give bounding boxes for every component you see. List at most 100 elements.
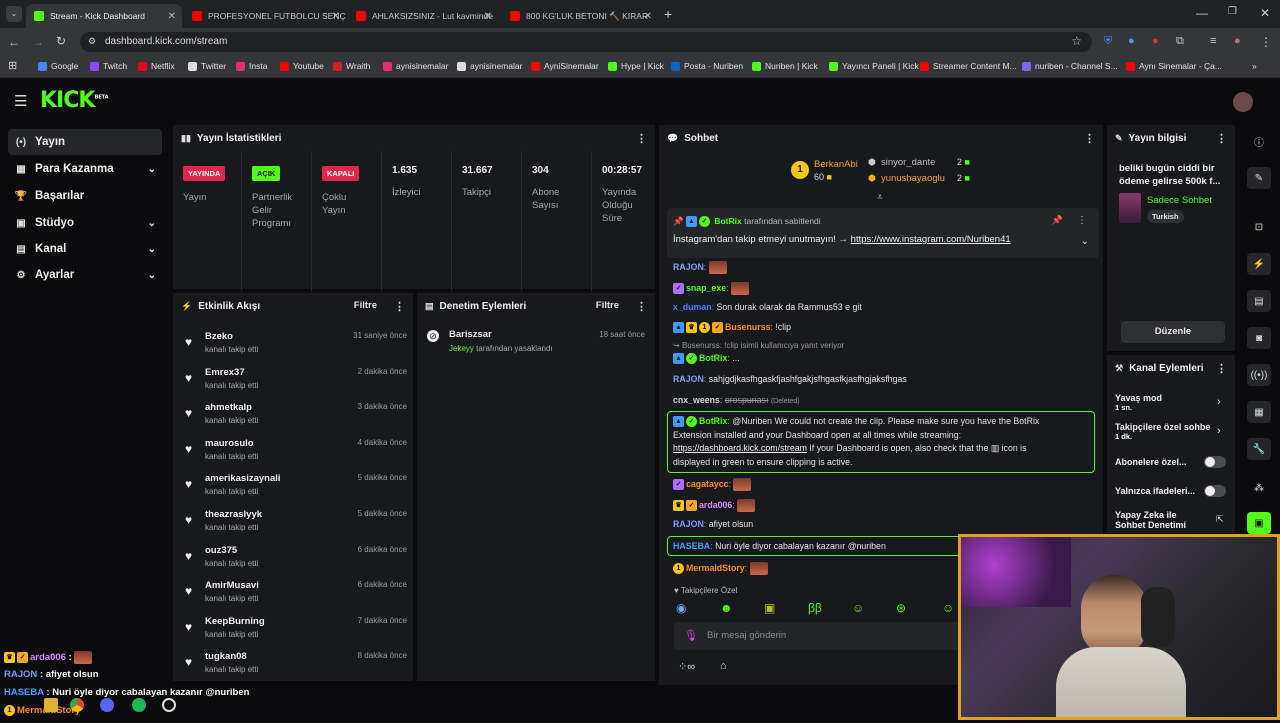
unpin-icon[interactable]: 📌 bbox=[1052, 215, 1063, 226]
activity-item[interactable]: ♥ Bzeko kanalı takip etti 31 saniye önce bbox=[181, 329, 407, 363]
sidebar-item-basarilar[interactable]: 🏆 Başarılar bbox=[8, 183, 162, 209]
activity-item[interactable]: ♥ ahmetkalp kanalı takip etti 3 dakika önce bbox=[181, 400, 407, 434]
bookmark-item[interactable]: Wraith bbox=[333, 61, 370, 71]
profile-icon[interactable]: ● bbox=[1234, 35, 1241, 47]
pinned-link[interactable]: https://www.instagram.com/Nuriben41 bbox=[851, 234, 1011, 245]
close-icon[interactable]: ✕ bbox=[332, 11, 340, 22]
external-link-icon[interactable]: ⇱ bbox=[1216, 514, 1224, 525]
bookmark-item[interactable]: Nuriben | Kick bbox=[752, 61, 818, 71]
category-thumbnail[interactable] bbox=[1119, 193, 1141, 223]
bookmark-item[interactable]: AyniSinemalar bbox=[531, 61, 599, 71]
menu-icon[interactable]: ⋮ bbox=[1260, 35, 1272, 49]
bookmark-item[interactable]: Yayıncı Paneli | Kick bbox=[829, 61, 919, 71]
chat-username[interactable]: snap_exe bbox=[686, 283, 726, 293]
chat-username[interactable]: RAJON bbox=[673, 374, 704, 384]
forward-icon[interactable]: → bbox=[32, 35, 44, 49]
top-gifter-name[interactable]: yunushayaoglu bbox=[881, 173, 945, 184]
followers-only-option[interactable]: Takipçilere özel sohbe 1 dk. bbox=[1115, 422, 1210, 441]
more-options-icon[interactable]: ⋮ bbox=[636, 300, 647, 313]
info-icon[interactable]: ⓘ bbox=[1247, 130, 1271, 152]
chat-username[interactable]: RAJON bbox=[673, 519, 704, 529]
bookmark-item[interactable]: aynisinemalar bbox=[457, 61, 522, 71]
filter-button[interactable]: Filtre bbox=[596, 300, 619, 311]
clipboard-icon[interactable]: ▤ bbox=[1247, 290, 1271, 312]
bolt-icon[interactable]: ⚡ bbox=[1247, 253, 1271, 275]
site-info-icon[interactable]: ⚙ bbox=[88, 36, 96, 47]
new-tab-icon[interactable]: + bbox=[664, 6, 672, 22]
bookmark-item[interactable]: Google bbox=[38, 61, 78, 71]
bookmark-item[interactable]: Posta - Nuriben bbox=[671, 61, 743, 71]
chevron-right-icon[interactable]: › bbox=[1217, 396, 1221, 408]
emote-icon[interactable]: ☺ bbox=[852, 601, 864, 615]
tab-kick-dashboard[interactable]: Stream - Kick Dashboard ✕ bbox=[26, 4, 182, 28]
slow-mode-option[interactable]: Yavaş mod 1 sn. bbox=[1115, 393, 1162, 412]
activity-item[interactable]: ♥ amerikasizaynali kanalı takip etti 5 daki… bbox=[181, 471, 407, 505]
broadcast-icon[interactable]: ((•)) bbox=[1247, 364, 1271, 386]
microphone-icon[interactable]: 🎙 bbox=[684, 629, 698, 642]
chat-link[interactable]: https://dashboard.kick.com/stream bbox=[673, 443, 807, 453]
extension-red-icon[interactable]: ● bbox=[1152, 35, 1159, 47]
bookmark-item[interactable]: Aynı Sinemalar - Ça... bbox=[1126, 61, 1222, 71]
ai-moderation-option[interactable]: Yapay Zeka ile Sohbet Denetimi bbox=[1115, 510, 1207, 530]
filter-button[interactable]: Filtre bbox=[354, 300, 377, 311]
chat-username[interactable]: RAJON bbox=[673, 262, 704, 272]
bookmark-item[interactable]: Netflix bbox=[138, 61, 175, 71]
kick-logo[interactable]: KICKBETA bbox=[40, 88, 109, 113]
bookmark-star-icon[interactable]: ☆ bbox=[1071, 34, 1082, 48]
hamburger-menu-icon[interactable]: ☰ bbox=[14, 92, 27, 110]
avatar[interactable] bbox=[1233, 92, 1253, 112]
tab-search-icon[interactable]: ⌄ bbox=[6, 6, 22, 22]
bookmark-item[interactable]: Hype | Kick bbox=[608, 61, 664, 71]
chat-username[interactable]: Busenurss bbox=[725, 322, 770, 332]
sidebar-item-kanal[interactable]: ▤ Kanal ⌄ bbox=[8, 236, 162, 262]
chat-username[interactable]: cnx_weens bbox=[673, 395, 720, 405]
close-icon[interactable]: ✕ bbox=[168, 11, 176, 22]
window-close-icon[interactable]: ✕ bbox=[1260, 6, 1270, 20]
edit-button[interactable]: Düzenle bbox=[1121, 321, 1225, 343]
edit-icon[interactable]: ✎ bbox=[1247, 167, 1271, 189]
add-widget-icon[interactable]: ▣ bbox=[1247, 512, 1271, 534]
chat-icon[interactable]: ◙ bbox=[1247, 327, 1271, 349]
tab-youtube-2[interactable]: AHLAKSIZSINIZ - Lut kavminde ✕ bbox=[348, 4, 498, 28]
bookmark-item[interactable]: nuriben - Channel S... bbox=[1022, 61, 1118, 71]
close-icon[interactable]: ✕ bbox=[644, 11, 652, 22]
back-icon[interactable]: ← bbox=[8, 35, 20, 49]
bookmark-item[interactable]: Insta bbox=[236, 61, 267, 71]
activity-item[interactable]: ♥ AmirMusavi kanalı takip etti 6 dakika önc… bbox=[181, 578, 407, 612]
emotes-only-toggle[interactable] bbox=[1204, 485, 1226, 497]
sidebar-item-studyo[interactable]: ▣ Stüdyo ⌄ bbox=[8, 210, 162, 236]
obs-icon[interactable] bbox=[162, 698, 176, 712]
moderator-name[interactable]: Jekeyy bbox=[449, 344, 474, 353]
collapse-icon[interactable]: ⩡ bbox=[877, 192, 883, 203]
extensions-icon[interactable]: ⧉ bbox=[1176, 35, 1184, 48]
chat-username[interactable]: BotRix bbox=[699, 416, 727, 426]
wrench-icon[interactable]: 🔧 bbox=[1247, 438, 1271, 460]
spotify-icon[interactable] bbox=[132, 698, 146, 712]
reload-icon[interactable]: ↻ bbox=[56, 34, 66, 48]
sidebar-item-yayin[interactable]: (•) Yayın bbox=[8, 129, 162, 155]
emote-icon[interactable]: ◉ bbox=[676, 601, 686, 615]
emote-icon[interactable]: ☺ bbox=[942, 601, 954, 615]
more-options-icon[interactable]: ⋮ bbox=[1084, 132, 1095, 145]
activity-item[interactable]: ♥ ouz375 kanalı takip etti 6 dakika önce bbox=[181, 543, 407, 577]
reading-list-icon[interactable]: ≡ bbox=[1210, 35, 1216, 47]
chrome-icon[interactable] bbox=[70, 698, 84, 712]
more-options-icon[interactable]: ⋮ bbox=[1216, 362, 1227, 375]
chat-username[interactable]: BotRix bbox=[699, 353, 727, 363]
more-bookmarks-icon[interactable]: » bbox=[1252, 61, 1257, 71]
activity-item[interactable]: ♥ maurosulo kanalı takip etti 4 dakika önce bbox=[181, 436, 407, 470]
subscribers-only-toggle[interactable] bbox=[1204, 456, 1226, 468]
category-link[interactable]: Sadece Sohbet bbox=[1147, 195, 1212, 206]
chevron-down-icon[interactable]: ⌄ bbox=[1081, 236, 1089, 247]
activity-item[interactable]: ♥ KeepBurning kanalı takip etti 7 dakika ön… bbox=[181, 614, 407, 648]
activity-item[interactable]: ♥ theazraslyyk kanalı takip etti 5 dakika ö… bbox=[181, 507, 407, 541]
top-gifter-name[interactable]: BerkanAbi bbox=[814, 159, 858, 170]
chat-username[interactable]: MermaidStory bbox=[686, 563, 745, 573]
chat-settings-icon[interactable]: ⁘∞ bbox=[678, 660, 695, 673]
bookmark-item[interactable]: Twitter bbox=[188, 61, 226, 71]
chat-username[interactable]: arda006 bbox=[699, 500, 732, 510]
close-icon[interactable]: ✕ bbox=[484, 11, 492, 22]
top-gifter-name[interactable]: sinyor_dante bbox=[881, 157, 935, 168]
tab-youtube-3[interactable]: 800 KG'LUK BETONI 🔨 KIRAR ✕ bbox=[502, 4, 658, 28]
emote-icon[interactable]: ☻ bbox=[720, 601, 733, 615]
